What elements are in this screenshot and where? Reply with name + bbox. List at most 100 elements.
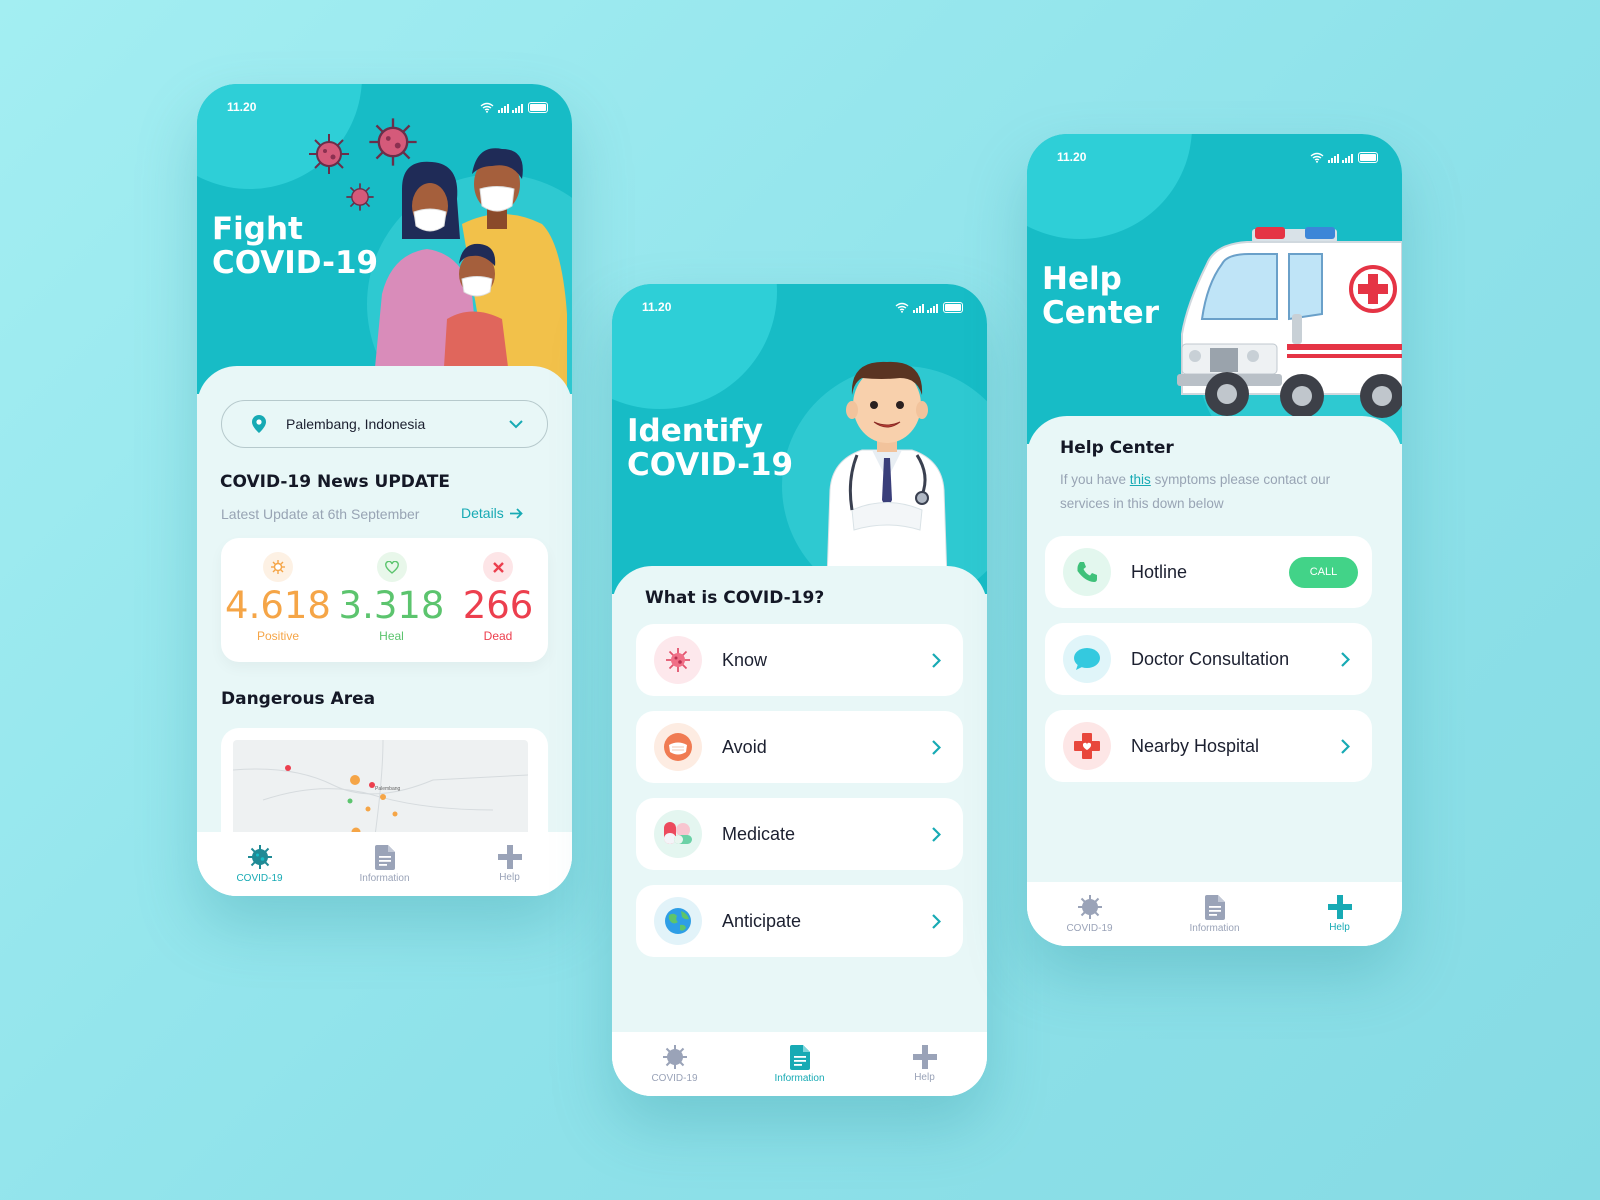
nav-help[interactable]: Help	[1285, 895, 1395, 933]
hero-banner: 11.20 Fight COVID-19	[197, 84, 572, 394]
positive-label: Positive	[256, 629, 300, 643]
chevron-right-icon	[1341, 651, 1350, 667]
nav-information[interactable]: Information	[1160, 894, 1270, 934]
nav-covid19[interactable]: COVID-19	[1035, 894, 1145, 934]
medical-cross-icon	[1063, 722, 1111, 770]
location-selector[interactable]: Palembang, Indonesia	[221, 400, 548, 448]
nav-help[interactable]: Help	[870, 1045, 980, 1083]
virus-icon	[346, 183, 374, 211]
menu-item-label: Doctor Consultation	[1131, 648, 1290, 669]
wifi-icon	[480, 102, 494, 113]
menu-item-know[interactable]: Know	[636, 624, 963, 696]
menu-item-anticipate[interactable]: Anticipate	[636, 885, 963, 957]
phone-icon	[1063, 548, 1111, 596]
ambulance-illustration	[1177, 227, 1402, 418]
bottom-nav: COVID-19 Information Help	[612, 1032, 987, 1096]
section-title: Help Center	[1060, 438, 1174, 458]
chevron-down-icon	[509, 419, 523, 428]
virus-icon	[1077, 895, 1102, 919]
positive-count: 4.618	[225, 584, 331, 627]
details-link-label: Details	[461, 505, 504, 521]
menu-item-medicate[interactable]: Medicate	[636, 798, 963, 870]
content-sheet: What is COVID-19? Know Avoid Medicate An…	[612, 566, 987, 1096]
status-time: 11.20	[227, 100, 257, 114]
stats-card: 4.618 Positive 3.318 Heal 266 Dead	[221, 538, 548, 662]
arrow-right-icon	[509, 507, 523, 519]
stat-dead: 266 Dead	[448, 538, 548, 662]
nav-covid19[interactable]: COVID-19	[205, 844, 315, 884]
hero-title-line-1: Fight	[212, 211, 303, 247]
nav-information-label: Information	[359, 872, 410, 884]
globe-icon	[654, 897, 702, 945]
menu-item-label: Nearby Hospital	[1131, 735, 1260, 756]
stat-positive: 4.618 Positive	[221, 538, 335, 662]
virus-icon	[247, 845, 272, 869]
status-time: 11.20	[642, 300, 672, 314]
chevron-right-icon	[932, 739, 941, 755]
chevron-right-icon	[932, 652, 941, 668]
phone-information-screen: 11.20 Identify COVID-19 What is COVID-19…	[612, 284, 987, 1096]
plus-icon	[1327, 895, 1352, 919]
nav-covid19-label: COVID-19	[1066, 923, 1113, 934]
document-icon	[1204, 894, 1225, 920]
hero-title-line-1: Identify	[627, 413, 763, 449]
content-sheet: Palembang, Indonesia COVID-19 News UPDAT…	[197, 366, 572, 896]
help-description: If you have this symptoms please contact…	[1060, 468, 1360, 516]
hero-title: Help Center	[1042, 262, 1159, 330]
wifi-icon	[1310, 152, 1324, 163]
hero-title-line-2: Center	[1042, 295, 1159, 331]
heal-count: 3.318	[338, 584, 445, 627]
phone-covid19-screen: 11.20 Fight COVID-19 Palembang, Indonesi…	[197, 84, 572, 896]
battery-icon	[1358, 151, 1378, 163]
menu-item-nearby-hospital[interactable]: Nearby Hospital	[1045, 710, 1372, 782]
menu-item-avoid[interactable]: Avoid	[636, 711, 963, 783]
location-pin-icon	[252, 415, 266, 433]
menu-item-label: Know	[722, 649, 768, 670]
hero-banner: 11.20 Help Center	[1027, 134, 1402, 444]
map-city-label: Palembang	[375, 786, 401, 792]
nav-information[interactable]: Information	[745, 1044, 855, 1084]
chat-bubble-icon	[1063, 635, 1111, 683]
details-link[interactable]: Details	[461, 505, 523, 521]
symptoms-link[interactable]: this	[1130, 472, 1151, 487]
stat-heal: 3.318 Heal	[335, 538, 448, 662]
nav-help-label: Help	[914, 1072, 935, 1083]
hero-title-line-2: COVID-19	[627, 447, 794, 483]
positive-icon	[263, 552, 293, 582]
heart-icon	[376, 552, 407, 582]
nav-information[interactable]: Information	[330, 844, 440, 884]
nav-covid19[interactable]: COVID-19	[620, 1044, 730, 1084]
status-time: 11.20	[1057, 150, 1087, 164]
help-description-text: If you have	[1060, 472, 1130, 487]
hero-banner: 11.20 Identify COVID-19	[612, 284, 987, 594]
section-title: What is COVID-19?	[645, 588, 825, 608]
chevron-right-icon	[1341, 738, 1350, 754]
heal-label: Heal	[379, 629, 404, 643]
menu-item-doctor-consultation[interactable]: Doctor Consultation	[1045, 623, 1372, 695]
content-sheet: Help Center If you have this symptoms pl…	[1027, 416, 1402, 946]
call-button[interactable]: CALL	[1289, 556, 1358, 588]
menu-item-label: Hotline	[1131, 561, 1188, 582]
family-masks-illustration	[372, 148, 567, 394]
chevron-right-icon	[932, 826, 941, 842]
nav-information-label: Information	[1189, 922, 1240, 934]
nav-help[interactable]: Help	[455, 845, 565, 883]
document-icon	[789, 1044, 810, 1070]
menu-item-label: Anticipate	[722, 910, 802, 931]
menu-item-hotline[interactable]: Hotline CALL	[1045, 536, 1372, 608]
doctor-illustration	[826, 361, 948, 580]
document-icon	[374, 844, 395, 870]
dangerous-area-title: Dangerous Area	[221, 689, 376, 709]
hero-title: Fight COVID-19	[212, 212, 378, 280]
signal-icon	[498, 103, 523, 113]
virus-icon	[309, 134, 349, 174]
dead-label: Dead	[483, 629, 513, 643]
wifi-icon	[895, 302, 909, 313]
status-bar: 11.20	[227, 98, 548, 116]
status-icons	[480, 101, 548, 113]
status-icons	[895, 301, 963, 313]
virus-icon	[654, 636, 702, 684]
chevron-right-icon	[932, 913, 941, 929]
menu-item-label: Medicate	[722, 823, 796, 844]
news-title: COVID-19 News UPDATE	[220, 472, 450, 492]
